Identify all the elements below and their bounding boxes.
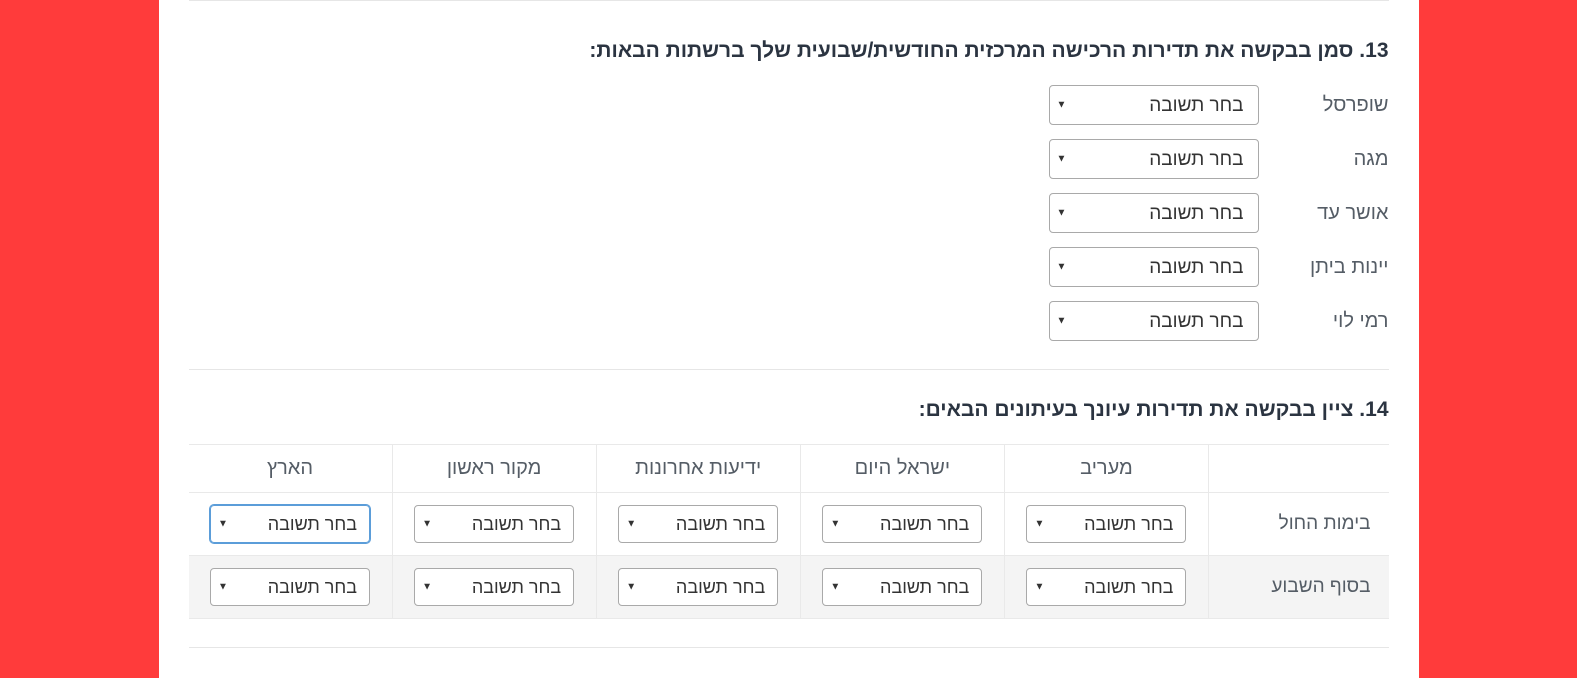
q14-select-weekday-haaretz[interactable]: בחר תשובה <box>210 505 370 543</box>
q13-row-shufersal: שופרסל בחר תשובה ▼ <box>189 85 1389 125</box>
select-wrap: בחר תשובה ▼ <box>1026 568 1186 606</box>
q14-col-israel-hayom: ישראל היום <box>800 445 1004 493</box>
question-14-title: 14. ציין בבקשה את תדירות עיונך בעיתונים … <box>189 398 1389 422</box>
q14-select-weekend-yediot[interactable]: בחר תשובה <box>618 568 778 606</box>
select-wrap: בחר תשובה ▼ <box>1049 247 1259 287</box>
q13-select-mega[interactable]: בחר תשובה <box>1049 139 1259 179</box>
q13-select-yeinot-bitan[interactable]: בחר תשובה <box>1049 247 1259 287</box>
select-wrap: בחר תשובה ▼ <box>1049 193 1259 233</box>
q14-select-weekend-israel-hayom[interactable]: בחר תשובה <box>822 568 982 606</box>
select-wrap: בחר תשובה ▼ <box>822 568 982 606</box>
q14-select-weekday-yediot[interactable]: בחר תשובה <box>618 505 778 543</box>
divider-top <box>189 0 1389 1</box>
select-wrap: בחר תשובה ▼ <box>822 505 982 543</box>
q14-row-label: בימות החול <box>1209 493 1389 556</box>
q13-select-shufersal[interactable]: בחר תשובה <box>1049 85 1259 125</box>
q13-row-rami-levi: רמי לוי בחר תשובה ▼ <box>189 301 1389 341</box>
select-wrap: בחר תשובה ▼ <box>618 568 778 606</box>
select-wrap: בחר תשובה ▼ <box>1049 139 1259 179</box>
question-13: 13. סמן בבקשה את תדירות הרכישה המרכזית ה… <box>189 11 1389 370</box>
divider-after-q14 <box>189 647 1389 648</box>
q14-col-yediot: ידיעות אחרונות <box>596 445 800 493</box>
q14-select-weekday-israel-hayom[interactable]: בחר תשובה <box>822 505 982 543</box>
q14-select-weekend-maariv[interactable]: בחר תשובה <box>1026 568 1186 606</box>
select-wrap: בחר תשובה ▼ <box>210 568 370 606</box>
q13-label: יינות ביתן <box>1259 256 1389 279</box>
q14-header-row: מעריב ישראל היום ידיעות אחרונות מקור ראש… <box>189 445 1389 493</box>
q13-select-rami-levi[interactable]: בחר תשובה <box>1049 301 1259 341</box>
q14-col-makor-rishon: מקור ראשון <box>392 445 596 493</box>
q13-select-osher-ad[interactable]: בחר תשובה <box>1049 193 1259 233</box>
select-wrap: בחר תשובה ▼ <box>414 505 574 543</box>
select-wrap: בחר תשובה ▼ <box>210 505 370 543</box>
select-wrap: בחר תשובה ▼ <box>1049 85 1259 125</box>
select-wrap: בחר תשובה ▼ <box>414 568 574 606</box>
q13-row-osher-ad: אושר עד בחר תשובה ▼ <box>189 193 1389 233</box>
q13-row-yeinot-bitan: יינות ביתן בחר תשובה ▼ <box>189 247 1389 287</box>
survey-page: 13. סמן בבקשה את תדירות הרכישה המרכזית ה… <box>159 0 1419 678</box>
q14-col-maariv: מעריב <box>1004 445 1208 493</box>
question-14: 14. ציין בבקשה את תדירות עיונך בעיתונים … <box>189 370 1389 648</box>
q14-select-weekday-makor-rishon[interactable]: בחר תשובה <box>414 505 574 543</box>
q14-table: מעריב ישראל היום ידיעות אחרונות מקור ראש… <box>189 444 1389 619</box>
q13-row-mega: מגה בחר תשובה ▼ <box>189 139 1389 179</box>
q13-label: אושר עד <box>1259 202 1389 225</box>
select-wrap: בחר תשובה ▼ <box>1049 301 1259 341</box>
q14-row-weekdays: בימות החול בחר תשובה ▼ בחר תשובה <box>189 493 1389 556</box>
q13-label: שופרסל <box>1259 94 1389 117</box>
select-wrap: בחר תשובה ▼ <box>618 505 778 543</box>
q13-label: מגה <box>1259 148 1389 171</box>
q14-col-haaretz: הארץ <box>189 445 393 493</box>
q14-select-weekend-haaretz[interactable]: בחר תשובה <box>210 568 370 606</box>
q14-row-weekend: בסוף השבוע בחר תשובה ▼ בחר תשובה <box>189 556 1389 619</box>
q13-label: רמי לוי <box>1259 310 1389 333</box>
question-13-title: 13. סמן בבקשה את תדירות הרכישה המרכזית ה… <box>189 39 1389 63</box>
q14-select-weekend-makor-rishon[interactable]: בחר תשובה <box>414 568 574 606</box>
q14-header-empty <box>1209 445 1389 493</box>
select-wrap: בחר תשובה ▼ <box>1026 505 1186 543</box>
q14-row-label: בסוף השבוע <box>1209 556 1389 619</box>
q14-select-weekday-maariv[interactable]: בחר תשובה <box>1026 505 1186 543</box>
